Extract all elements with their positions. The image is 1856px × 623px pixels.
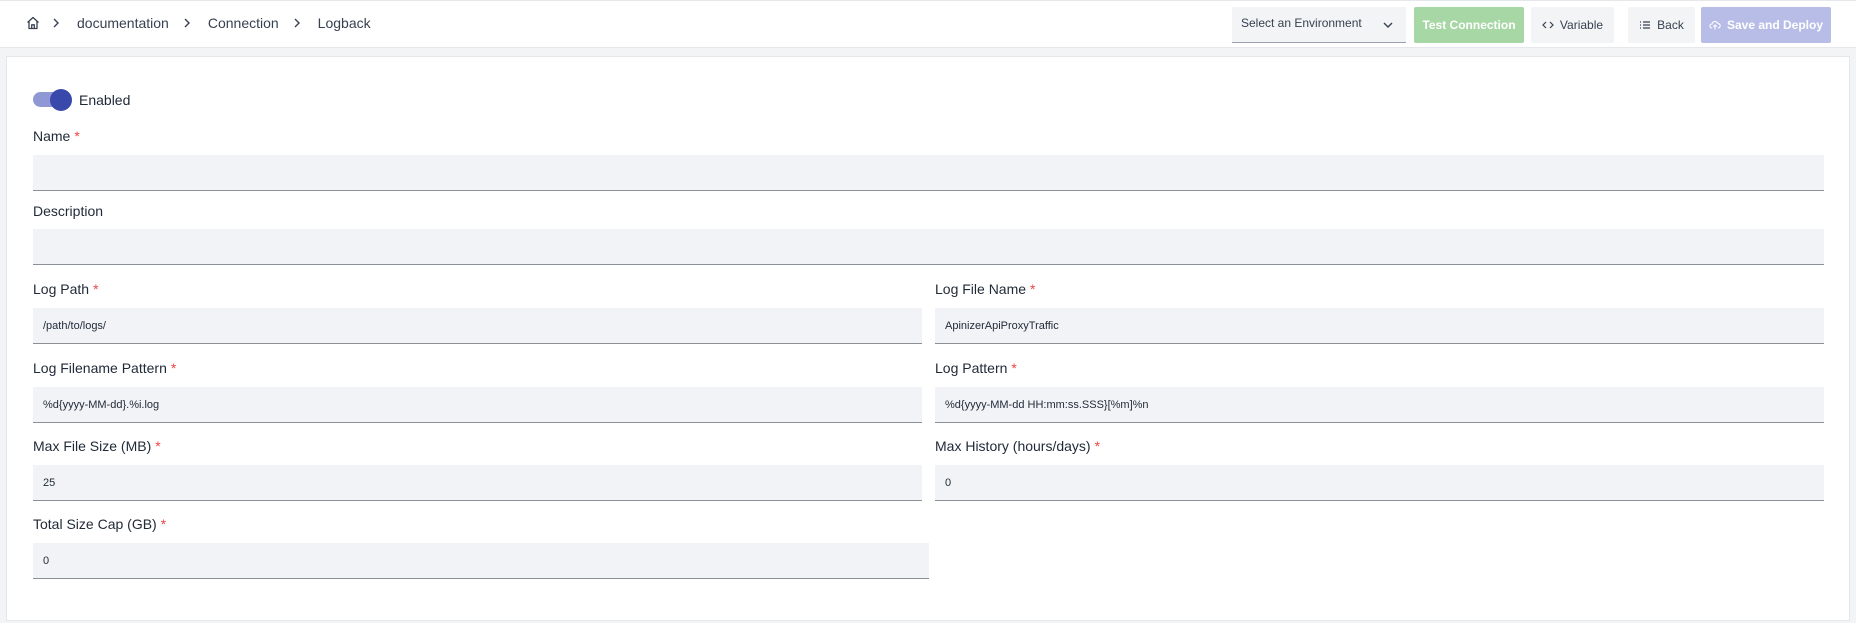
list-icon (1639, 19, 1651, 31)
breadcrumb-item-logback: Logback (317, 15, 371, 31)
environment-select-placeholder: Select an Environment (1241, 16, 1362, 30)
description-label: Description (33, 203, 103, 219)
max-file-size-input[interactable]: 25 (33, 465, 922, 501)
total-size-cap-label-text: Total Size Cap (GB) (33, 516, 157, 532)
required-marker: * (160, 516, 167, 532)
toggle-knob (50, 89, 72, 111)
enabled-toggle[interactable] (33, 89, 73, 111)
chevron-right-icon (49, 16, 63, 30)
back-button[interactable]: Back (1628, 7, 1695, 43)
name-label-text: Name (33, 128, 71, 144)
required-marker: * (93, 281, 99, 297)
cloud-upload-icon (1709, 19, 1721, 31)
environment-select[interactable]: Select an Environment (1232, 7, 1406, 43)
max-history-label-text: Max History (hours/days) (935, 438, 1091, 454)
log-path-label: Log Path * (33, 281, 99, 297)
chevron-right-icon (180, 16, 194, 30)
description-input[interactable] (33, 229, 1824, 265)
chevron-down-icon (1382, 19, 1394, 31)
log-filename-pattern-label-text: Log Filename Pattern (33, 360, 167, 376)
log-pattern-input[interactable]: %d{yyyy-MM-dd HH:mm:ss.SSS}[%m]%n (935, 387, 1824, 423)
max-history-input[interactable]: 0 (935, 465, 1824, 501)
log-pattern-label-text: Log Pattern (935, 360, 1008, 376)
home-icon[interactable] (25, 15, 41, 31)
variable-button[interactable]: Variable (1531, 7, 1614, 43)
log-filename-pattern-input[interactable]: %d{yyyy-MM-dd}.%i.log (33, 387, 922, 423)
test-connection-button[interactable]: Test Connection (1414, 7, 1524, 43)
chevron-right-icon (290, 16, 304, 30)
max-file-size-label-text: Max File Size (MB) (33, 438, 152, 454)
save-and-deploy-label: Save and Deploy (1726, 18, 1824, 32)
required-marker: * (1011, 360, 1017, 376)
back-label: Back (1657, 18, 1684, 32)
max-file-size-label: Max File Size (MB) * (33, 438, 161, 454)
required-marker: * (1030, 281, 1036, 297)
code-icon (1542, 19, 1554, 31)
required-marker: * (155, 438, 161, 454)
log-file-name-input[interactable]: ApinizerApiProxyTraffic (935, 308, 1824, 344)
required-marker: * (170, 360, 177, 376)
max-history-label: Max History (hours/days) * (935, 438, 1100, 454)
breadcrumb-item-connection[interactable]: Connection (208, 14, 279, 32)
log-pattern-label: Log Pattern * (935, 360, 1017, 376)
log-filename-pattern-label: Log Filename Pattern * (33, 360, 176, 376)
enabled-label: Enabled (79, 92, 131, 108)
top-toolbar: documentation Connection Logback Select … (0, 0, 1856, 48)
total-size-cap-label: Total Size Cap (GB) * (33, 516, 166, 532)
required-marker: * (1094, 438, 1101, 454)
log-file-name-label: Log File Name * (935, 281, 1036, 297)
total-size-cap-input[interactable]: 0 (33, 543, 929, 579)
description-label-text: Description (33, 203, 104, 219)
test-connection-label: Test Connection (1422, 18, 1516, 32)
name-input[interactable] (33, 155, 1824, 191)
name-label: Name * (33, 128, 80, 144)
variable-label: Variable (1559, 18, 1604, 32)
log-file-name-label-text: Log File Name (935, 281, 1027, 297)
log-path-input[interactable]: /path/to/logs/ (33, 308, 922, 344)
log-path-label-text: Log Path (33, 281, 90, 297)
breadcrumb-item-documentation[interactable]: documentation (77, 14, 169, 32)
breadcrumb: documentation Connection Logback (25, 14, 371, 32)
save-and-deploy-button[interactable]: Save and Deploy (1701, 7, 1831, 43)
required-marker: * (74, 128, 80, 144)
